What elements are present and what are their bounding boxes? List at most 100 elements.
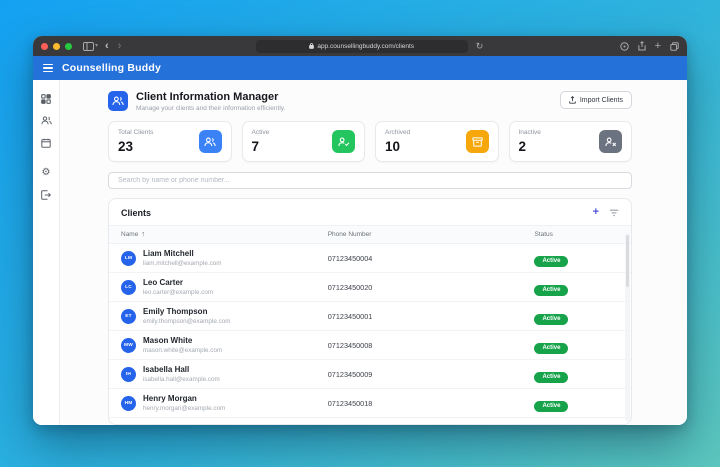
sidebar-item-calendar[interactable] xyxy=(40,137,52,148)
client-email: mason.white@example.com xyxy=(143,347,222,354)
client-email: leo.carter@example.com xyxy=(143,289,213,296)
avatar: HM xyxy=(121,396,136,411)
scrollbar-thumb[interactable] xyxy=(626,235,629,287)
sort-asc-icon: ↑ xyxy=(141,231,145,238)
page-subtitle: Manage your clients and their informatio… xyxy=(136,105,285,112)
stat-card-archived: Archived 10 xyxy=(375,121,499,162)
status-badge: Active xyxy=(534,401,568,412)
dashboard-icon xyxy=(41,94,51,104)
stats-row: Total Clients 23 Active 7 xyxy=(108,121,632,162)
client-row[interactable]: HM Henry Morgan henry.morgan@example.com… xyxy=(109,389,631,418)
avatar: LC xyxy=(121,280,136,295)
clients-panel: Clients + Name ↑ Ph xyxy=(108,198,632,425)
archive-icon xyxy=(466,130,489,153)
client-row[interactable]: LC Leo Carter leo.carter@example.com 071… xyxy=(109,273,631,302)
forward-button[interactable]: › xyxy=(116,40,124,52)
column-header-name[interactable]: Name ↑ xyxy=(121,231,328,238)
client-name: Henry Morgan xyxy=(143,394,225,403)
sidebar-item-logout[interactable] xyxy=(40,189,52,200)
client-phone: 07123450018 xyxy=(328,399,535,408)
filter-button[interactable] xyxy=(609,209,619,217)
stat-label: Active xyxy=(252,129,270,136)
stat-card-total-clients: Total Clients 23 xyxy=(108,121,232,162)
stat-value: 10 xyxy=(385,139,410,154)
client-row[interactable]: MW Mason White mason.white@example.com 0… xyxy=(109,331,631,360)
column-header-status[interactable]: Status xyxy=(534,231,619,238)
import-clients-label: Import Clients xyxy=(580,97,623,104)
stat-card-active: Active 7 xyxy=(242,121,366,162)
client-email: henry.morgan@example.com xyxy=(143,405,225,412)
client-row[interactable]: ET Emily Thompson emily.thompson@example… xyxy=(109,302,631,331)
share-icon[interactable] xyxy=(638,41,646,51)
status-badge: Active xyxy=(534,285,568,296)
stat-card-inactive: Inactive 2 xyxy=(509,121,633,162)
refresh-icon[interactable]: ↻ xyxy=(476,42,484,51)
sidebar-toggle-icon[interactable]: ▾ xyxy=(83,42,98,51)
page-header: Client Information Manager Manage your c… xyxy=(108,91,632,112)
clients-table-body: LM Liam Mitchell liam.mitchell@example.c… xyxy=(109,244,631,424)
client-phone: 07123450020 xyxy=(328,283,535,292)
avatar: MW xyxy=(121,338,136,353)
client-email: liam.mitchell@example.com xyxy=(143,260,221,267)
user-check-icon xyxy=(332,130,355,153)
sidebar-nav: ⚙ xyxy=(33,80,60,425)
app-header: Counselling Buddy xyxy=(33,56,687,80)
add-client-button[interactable]: + xyxy=(593,207,599,218)
page-title: Client Information Manager xyxy=(136,91,285,103)
status-badge: Active xyxy=(534,314,568,325)
table-header: Name ↑ Phone Number Status xyxy=(109,225,631,244)
minimize-window-button[interactable] xyxy=(53,43,60,50)
client-name: Liam Mitchell xyxy=(143,249,221,258)
sidebar-item-dashboard[interactable] xyxy=(40,93,52,104)
zoom-window-button[interactable] xyxy=(65,43,72,50)
url-bar-area: app.counsellingbuddy.com/clients ↻ xyxy=(128,40,610,53)
sidebar-item-settings[interactable]: ⚙ xyxy=(40,167,52,178)
clients-app-icon xyxy=(108,91,128,111)
clients-section-title: Clients xyxy=(121,208,151,218)
users-icon xyxy=(112,96,124,106)
browser-window: ▾ ‹ › app.counsellingbuddy.com/clients ↻ xyxy=(33,36,687,425)
url-text: app.counsellingbuddy.com/clients xyxy=(317,43,414,50)
import-clients-button[interactable]: Import Clients xyxy=(560,91,632,109)
app-title: Counselling Buddy xyxy=(62,62,161,74)
client-name: Emily Thompson xyxy=(143,307,230,316)
menu-icon[interactable] xyxy=(43,64,53,72)
upload-icon xyxy=(569,96,576,104)
client-phone: 07123450001 xyxy=(328,312,535,321)
gear-icon: ⚙ xyxy=(42,167,51,178)
client-name: Isabella Hall xyxy=(143,365,220,374)
stat-label: Total Clients xyxy=(118,129,153,136)
status-badge: Active xyxy=(534,372,568,383)
client-phone: 07123450008 xyxy=(328,341,535,350)
search-input[interactable] xyxy=(108,172,632,189)
status-badge: Active xyxy=(534,343,568,354)
scrollbar[interactable] xyxy=(625,233,630,422)
column-header-phone[interactable]: Phone Number xyxy=(328,231,535,238)
tab-overview-icon[interactable] xyxy=(670,42,679,51)
users-icon xyxy=(199,130,222,153)
address-bar[interactable]: app.counsellingbuddy.com/clients xyxy=(256,40,468,53)
logout-icon xyxy=(41,190,51,200)
new-tab-icon[interactable]: + xyxy=(655,41,661,52)
calendar-icon xyxy=(41,138,51,148)
stat-value: 7 xyxy=(252,139,270,154)
client-name: Mason White xyxy=(143,336,222,345)
status-badge: Active xyxy=(534,256,568,267)
client-row[interactable]: LM Liam Mitchell liam.mitchell@example.c… xyxy=(109,244,631,273)
privacy-report-icon[interactable] xyxy=(620,42,629,51)
client-row[interactable]: IH Isabella Hall isabella.hall@example.c… xyxy=(109,360,631,389)
client-email: emily.thompson@example.com xyxy=(143,318,230,325)
browser-titlebar: ▾ ‹ › app.counsellingbuddy.com/clients ↻ xyxy=(33,36,687,56)
filter-icon xyxy=(609,209,619,217)
avatar: IH xyxy=(121,367,136,382)
stat-value: 23 xyxy=(118,139,153,154)
avatar: LM xyxy=(121,251,136,266)
stat-value: 2 xyxy=(519,139,541,154)
sidebar-item-clients[interactable] xyxy=(40,115,52,126)
stat-label: Archived xyxy=(385,129,410,136)
close-window-button[interactable] xyxy=(41,43,48,50)
stat-label: Inactive xyxy=(519,129,541,136)
client-email: isabella.hall@example.com xyxy=(143,376,220,383)
back-button[interactable]: ‹ xyxy=(103,40,111,52)
client-name: Leo Carter xyxy=(143,278,213,287)
